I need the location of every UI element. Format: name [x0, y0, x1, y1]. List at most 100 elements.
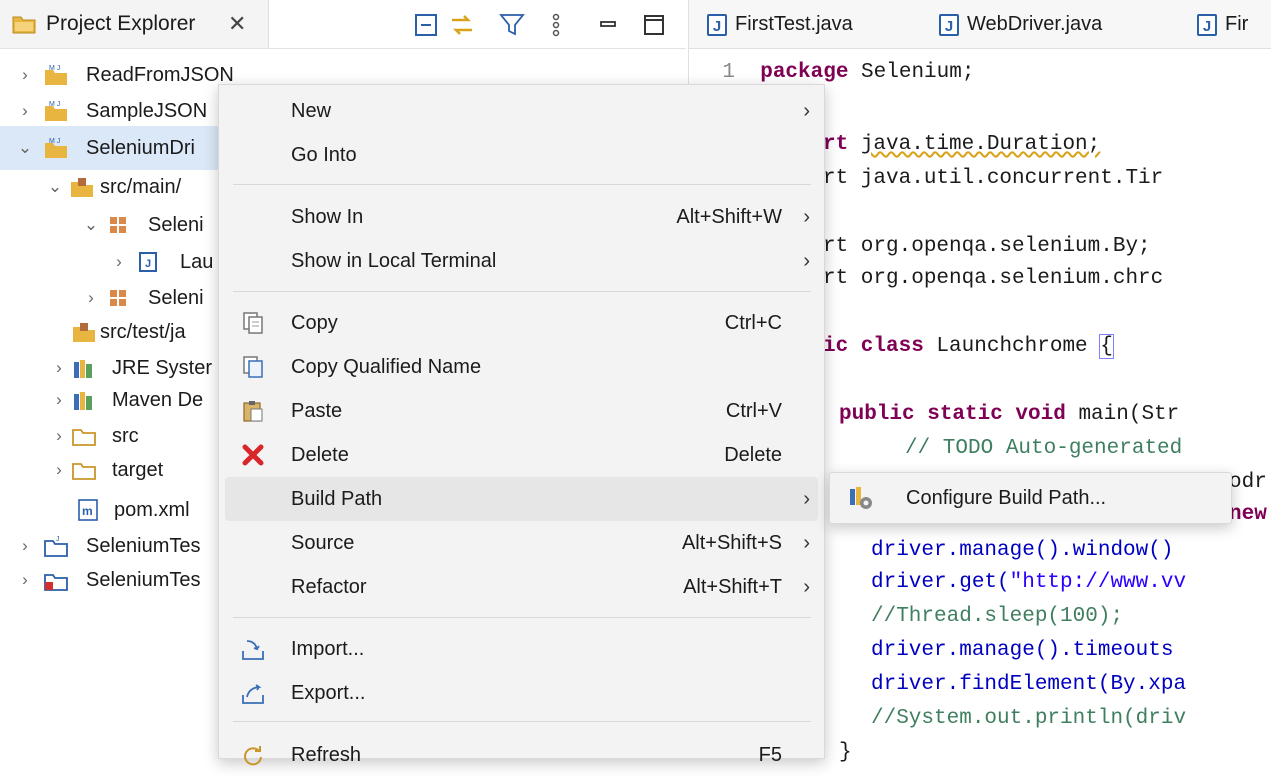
- menu-item-show-in[interactable]: Show In Alt+Shift+W ›: [219, 195, 824, 239]
- project-icon: J: [44, 536, 68, 557]
- menu-item-label: Copy: [291, 312, 338, 334]
- menu-separator: [233, 617, 811, 618]
- library-icon: [74, 360, 92, 378]
- source-folder-icon: [73, 323, 95, 342]
- tree-item-target[interactable]: › target: [0, 448, 220, 492]
- code-token: ic class: [823, 335, 924, 358]
- folder-icon: [72, 429, 96, 446]
- code-token: "http://www.vv: [1009, 571, 1187, 594]
- svg-text:J: J: [56, 536, 60, 543]
- menu-item-import[interactable]: Import...: [219, 627, 824, 671]
- folder-icon: [12, 16, 36, 34]
- menu-item-label: Export...: [291, 682, 366, 704]
- code-token: {: [1099, 334, 1114, 359]
- tree-item-seleniumtest-2[interactable]: › SeleniumTes: [0, 558, 220, 602]
- menu-item-label: Build Path: [291, 488, 383, 510]
- menu-item-paste[interactable]: Paste Ctrl+V: [219, 389, 824, 433]
- submenu-arrow-icon: ›: [803, 576, 810, 598]
- menu-item-source[interactable]: Source Alt+Shift+S ›: [219, 521, 824, 565]
- code-line: ic class Launchchrome {: [823, 330, 1114, 364]
- menu-shortcut: Alt+Shift+W: [676, 206, 782, 228]
- menu-item-go-into[interactable]: Go Into: [219, 133, 824, 177]
- minimize-icon[interactable]: [594, 12, 622, 38]
- menu-item-new[interactable]: New ›: [219, 89, 824, 133]
- svg-text:M J: M J: [49, 101, 60, 108]
- maven-project-icon: M J: [45, 101, 67, 121]
- code-line: odr: [1229, 466, 1267, 500]
- java-file-icon: J: [707, 13, 727, 36]
- code-token: new: [1229, 503, 1267, 526]
- delete-icon: [242, 444, 264, 466]
- tree-item-label: SeleniumDri: [86, 137, 195, 159]
- code-token: driver.findElement(By.xpa: [871, 673, 1187, 696]
- paste-icon: [243, 401, 263, 422]
- menu-item-export[interactable]: Export...: [219, 671, 824, 715]
- menu-shortcut: Ctrl+V: [725, 400, 782, 422]
- svg-text:M J: M J: [49, 65, 60, 72]
- menu-separator: [233, 184, 811, 185]
- code-line: driver.findElement(By.xpa: [871, 668, 1186, 702]
- menu-shortcut: Ctrl+C: [724, 312, 782, 334]
- code-token: main(Str: [1065, 403, 1180, 426]
- menu-shortcut: Alt+Shift+T: [683, 576, 782, 598]
- code-token: }: [839, 741, 852, 764]
- menu-item-label: Refactor: [291, 576, 367, 598]
- java-file-icon: J: [139, 252, 157, 272]
- menu-item-refactor[interactable]: Refactor Alt+Shift+T ›: [219, 565, 824, 609]
- submenu-arrow-icon: ›: [803, 532, 810, 554]
- code-line: //Thread.sleep(100);: [871, 600, 1123, 634]
- code-line: new: [1229, 498, 1267, 532]
- code-line: driver.manage().timeouts: [871, 634, 1173, 668]
- tree-item-seleniumdriver[interactable]: ⌄ M J SeleniumDri: [0, 126, 220, 170]
- menu-item-label: Show In: [291, 206, 364, 228]
- chevron-right-icon[interactable]: ›: [50, 448, 68, 492]
- tab-label: WebDriver.java: [967, 13, 1103, 35]
- explorer-title: Project Explorer: [46, 12, 196, 35]
- project-explorer-tab[interactable]: Project Explorer ✕: [0, 0, 269, 48]
- code-line: //System.out.println(driv: [871, 702, 1186, 736]
- package-icon: [108, 215, 128, 235]
- menu-item-build-path[interactable]: Build Path ›: [225, 477, 818, 521]
- chevron-right-icon[interactable]: ›: [16, 558, 34, 602]
- menu-item-label: Paste: [291, 400, 343, 422]
- tab-webdriver-java[interactable]: J WebDriver.java: [939, 0, 1102, 48]
- code-token: driver.manage().window(): [871, 539, 1174, 562]
- collapse-all-icon[interactable]: [412, 12, 440, 38]
- code-token: rt org.openqa.selenium.chrc: [823, 267, 1164, 290]
- submenu-arrow-icon: ›: [803, 100, 810, 122]
- menu-item-refresh[interactable]: Refresh F5: [219, 733, 824, 777]
- menu-item-delete[interactable]: Delete Delete: [219, 433, 824, 477]
- menu-item-label: Source: [291, 532, 355, 554]
- menu-item-copy-qualified-name[interactable]: Copy Qualified Name: [219, 345, 824, 389]
- view-menu-icon[interactable]: [542, 12, 570, 38]
- filter-icon[interactable]: [498, 12, 526, 38]
- menu-item-configure-build-path[interactable]: Configure Build Path...: [830, 473, 1231, 523]
- tree-item-label: target: [112, 459, 164, 481]
- code-token: driver.manage().timeouts: [871, 639, 1174, 662]
- code-token: Selenium;: [848, 61, 975, 84]
- link-with-editor-icon[interactable]: [448, 12, 476, 38]
- menu-item-copy[interactable]: Copy Ctrl+C: [219, 301, 824, 345]
- code-token: rt: [823, 133, 861, 156]
- menu-shortcut: Delete: [724, 444, 782, 466]
- maximize-icon[interactable]: [640, 12, 668, 38]
- refresh-icon: [244, 746, 262, 766]
- code-token: //Thread.sleep(100);: [871, 605, 1124, 628]
- export-icon: [242, 684, 264, 704]
- menu-item-label: Delete: [291, 444, 349, 466]
- chevron-down-icon[interactable]: ⌄: [16, 126, 34, 170]
- tab-firsttest-java[interactable]: J FirstTest.java: [707, 0, 853, 48]
- submenu-arrow-icon: ›: [803, 488, 810, 510]
- context-menu: New › Go Into Show In Alt+Shift+W › Show…: [218, 84, 825, 766]
- menu-item-label: Import...: [291, 638, 365, 660]
- configure-build-path-icon: [850, 487, 872, 509]
- code-line: rt java.util.concurrent.Tir: [823, 162, 1163, 196]
- close-tab-icon[interactable]: ✕: [228, 0, 246, 48]
- code-line: // TODO Auto-generated: [905, 432, 1182, 466]
- menu-item-show-in-local-terminal[interactable]: Show in Local Terminal ›: [219, 239, 824, 283]
- code-token: public static void: [839, 403, 1066, 426]
- code-token: odr: [1229, 471, 1267, 494]
- tab-label: FirstTest.java: [735, 13, 853, 35]
- tab-fir[interactable]: J Fir: [1197, 0, 1248, 48]
- tree-item-label: SeleniumTes: [86, 569, 201, 591]
